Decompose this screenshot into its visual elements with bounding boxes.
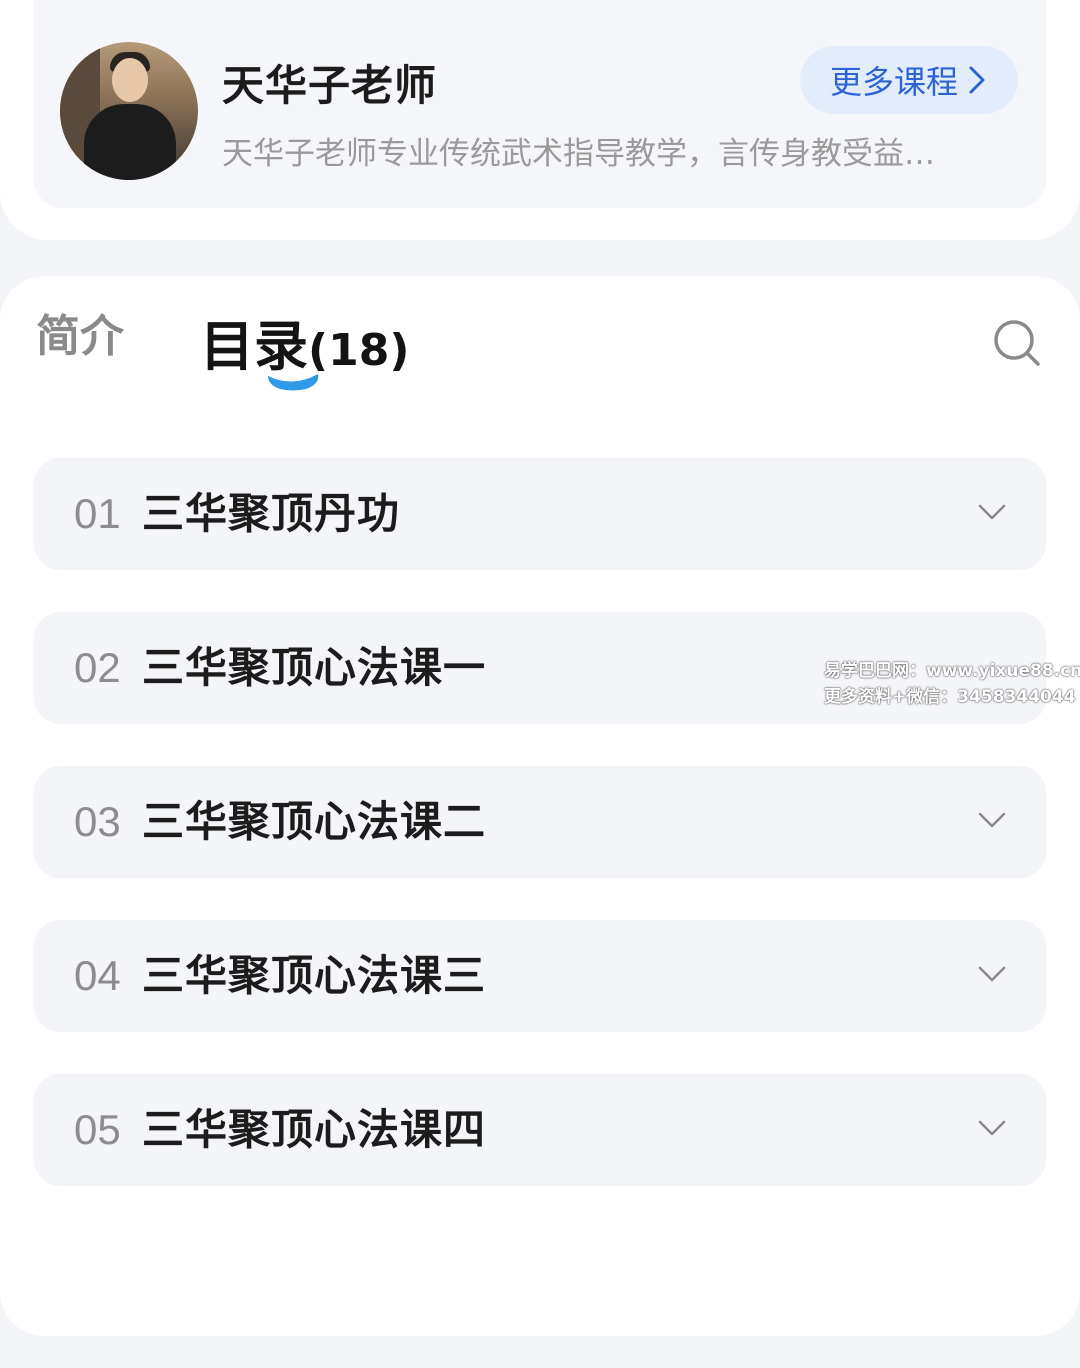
lesson-title: 三华聚顶丹功 bbox=[142, 489, 401, 538]
chevron-down-icon[interactable] bbox=[978, 502, 1006, 522]
tab-intro[interactable]: 简介 bbox=[36, 300, 124, 364]
lesson-title: 三华聚顶心法课三 bbox=[142, 951, 487, 1000]
chevron-down-icon[interactable] bbox=[978, 810, 1006, 830]
more-courses-button[interactable]: 更多课程 bbox=[800, 46, 1018, 114]
teacher-card[interactable]: 天华子老师 天华子老师专业传统武术指导教学，言传身教受益… 更多课程 bbox=[34, 0, 1046, 208]
more-courses-label: 更多课程 bbox=[829, 63, 958, 101]
teacher-card-container: 天华子老师 天华子老师专业传统武术指导教学，言传身教受益… 更多课程 bbox=[0, 0, 1080, 240]
watermark-line-2: 更多资料+微信：3458344044 bbox=[824, 687, 1076, 707]
lesson-title: 三华聚顶心法课四 bbox=[142, 1105, 487, 1154]
lesson-title: 三华聚顶心法课一 bbox=[142, 643, 487, 692]
lesson-number: 04 bbox=[74, 952, 121, 999]
lesson-number: 03 bbox=[74, 798, 121, 845]
chevron-down-icon[interactable] bbox=[978, 1118, 1006, 1138]
catalog-panel: 简介 目录 (18) 01 三华聚顶丹功 02 三华聚顶心法课一 03 三华聚顶… bbox=[0, 276, 1080, 1336]
lesson-item[interactable]: 01 三华聚顶丹功 bbox=[34, 458, 1046, 570]
search-icon[interactable] bbox=[992, 318, 1042, 368]
teacher-name: 天华子老师 bbox=[222, 61, 438, 110]
lesson-item[interactable]: 04 三华聚顶心法课三 bbox=[34, 920, 1046, 1032]
teacher-description: 天华子老师专业传统武术指导教学，言传身教受益… bbox=[222, 136, 935, 172]
lesson-item[interactable]: 05 三华聚顶心法课四 bbox=[34, 1074, 1046, 1186]
tab-catalog-count: (18) bbox=[308, 325, 410, 376]
lesson-title: 三华聚顶心法课二 bbox=[142, 797, 487, 846]
lesson-number: 01 bbox=[74, 490, 121, 537]
chevron-down-icon[interactable] bbox=[978, 964, 1006, 984]
lesson-number: 05 bbox=[74, 1106, 121, 1153]
chevron-right-icon bbox=[969, 66, 985, 94]
tab-active-indicator bbox=[268, 374, 319, 391]
watermark-line-1: 易学巴巴网：www.yixue88.cn bbox=[824, 661, 1080, 681]
lesson-number: 02 bbox=[74, 644, 121, 691]
avatar[interactable] bbox=[60, 42, 198, 180]
watermark: 易学巴巴网：www.yixue88.cn 更多资料+微信：3458344044 bbox=[824, 658, 1080, 710]
lesson-item[interactable]: 03 三华聚顶心法课二 bbox=[34, 766, 1046, 878]
